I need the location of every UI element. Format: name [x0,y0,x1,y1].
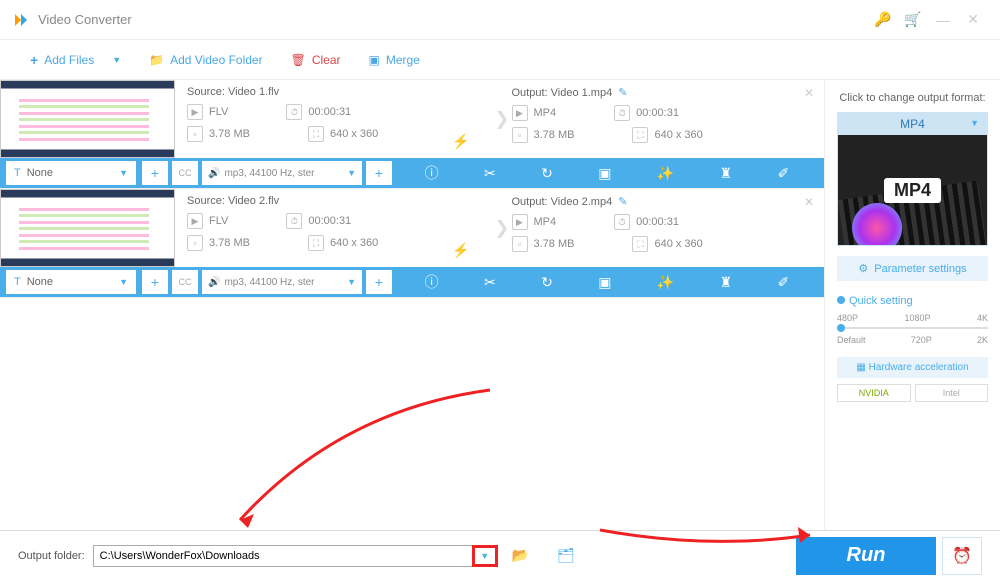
main-toolbar: +Add Files ▼ 📁Add Video Folder 🗑Clear ▣M… [0,40,1000,80]
hardware-accel-button[interactable]: ▦ Hardware acceleration [837,357,988,378]
schedule-icon[interactable]: ⏰ [942,537,982,575]
duration-icon: ⏱ [286,104,302,120]
file-list: Source: Video 1.flv ▶FLV ⏱00:00:31 ▫3.78… [0,80,824,530]
chip-icon: ▦ [856,362,865,373]
run-button[interactable]: Run [796,537,936,575]
clear-button[interactable]: 🗑Clear [291,53,341,67]
cut-icon[interactable]: ✂ [484,165,496,182]
merge-button[interactable]: ▣Merge [369,53,420,67]
source-label: Source: Video 2.flv [187,195,488,207]
info-icon[interactable]: ⓘ [425,272,439,292]
edit-tool-icon[interactable]: ✐ [778,165,790,182]
size-icon: ▫ [187,126,203,142]
open-folder-icon[interactable]: 📂 [512,547,529,564]
quick-setting-label: Quick setting [837,295,988,307]
audio-select[interactable]: 🔊mp3, 44100 Hz, ster▼ [202,270,362,294]
cart-icon[interactable]: 🛒 [898,11,928,28]
output-column: ✕ Output: Video 1.mp4✎ ▶MP4 ⏱00:00:31 ▫3… [500,80,825,158]
watermark-icon[interactable]: ♜ [720,165,733,182]
resolution-labels-bottom: Default720P2K [837,335,988,345]
list-item: Source: Video 1.flv ▶FLV ⏱00:00:31 ▫3.78… [0,80,824,189]
effects-icon[interactable]: ✨ [657,274,674,291]
sidebar: Click to change output format: MP4▼ MP4 … [824,80,1000,530]
app-title: Video Converter [38,12,868,27]
resolution-labels-top: 480P1080P4K [837,313,988,323]
edit-icon[interactable]: ✎ [618,196,627,208]
sidebar-header: Click to change output format: [837,92,988,104]
speaker-icon: 🔊 [208,168,220,179]
app-logo-icon [12,11,30,29]
minimize-icon[interactable]: — [928,12,958,28]
output-folder-dropdown[interactable]: ▼ [472,545,498,567]
edit-icon[interactable]: ✎ [618,87,627,99]
rotate-icon[interactable]: ↻ [541,274,553,291]
format-icon: ▶ [512,105,528,121]
nvidia-badge: NVIDIA [837,384,911,402]
subtitle-select[interactable]: TNone▼ [6,270,136,294]
bolt-icon: ⚡ [452,242,469,259]
add-audio-button[interactable]: + [366,161,392,185]
audio-select[interactable]: 🔊mp3, 44100 Hz, ster▼ [202,161,362,185]
quality-slider[interactable] [837,327,988,329]
size-icon: ▫ [512,127,528,143]
output-label: Output: Video 2.mp4 [512,196,613,208]
source-column: Source: Video 1.flv ▶FLV ⏱00:00:31 ▫3.78… [175,80,500,158]
cc-button[interactable]: CC [172,161,198,185]
remove-item-icon[interactable]: ✕ [804,195,814,209]
browse-folder-icon[interactable]: 🗂 [557,547,575,564]
chevron-down-icon: ▼ [347,168,356,178]
key-icon[interactable]: 🔑 [868,11,898,28]
rotate-icon[interactable]: ↻ [541,165,553,182]
title-bar: Video Converter 🔑 🛒 — ✕ [0,0,1000,40]
cc-button[interactable]: CC [172,270,198,294]
video-thumbnail[interactable] [0,189,175,267]
chevron-down-icon: ▼ [970,118,979,128]
bolt-icon: ⚡ [452,133,469,150]
info-icon[interactable]: ⓘ [425,163,439,183]
format-badge: MP4 [884,178,941,203]
close-icon[interactable]: ✕ [958,11,988,28]
add-subtitle-button[interactable]: + [142,270,168,294]
add-files-dropdown-icon[interactable]: ▼ [112,55,121,65]
cut-icon[interactable]: ✂ [484,274,496,291]
add-files-button[interactable]: +Add Files [30,52,94,68]
watermark-icon[interactable]: ♜ [720,274,733,291]
format-icon: ▶ [187,104,203,120]
output-column: ✕ Output: Video 2.mp4✎ ▶MP4 ⏱00:00:31 ▫3… [500,189,825,267]
remove-item-icon[interactable]: ✕ [804,86,814,100]
output-folder-label: Output folder: [18,550,85,562]
crop-icon[interactable]: ▣ [598,274,611,291]
add-audio-button[interactable]: + [366,270,392,294]
list-item: Source: Video 2.flv ▶FLV ⏱00:00:31 ▫3.78… [0,189,824,298]
output-format-button[interactable]: MP4▼ MP4 [837,112,988,246]
parameter-settings-button[interactable]: ⚙Parameter settings [837,256,988,281]
sliders-icon: ⚙ [858,262,868,275]
source-column: Source: Video 2.flv ▶FLV ⏱00:00:31 ▫3.78… [175,189,500,267]
item-toolbar: TNone▼ + CC 🔊mp3, 44100 Hz, ster▼ + ⓘ ✂ … [0,158,824,188]
source-label: Source: Video 1.flv [187,86,488,98]
chevron-down-icon: ▼ [119,168,128,178]
intel-badge: Intel [915,384,989,402]
crop-icon[interactable]: ▣ [598,165,611,182]
duration-icon: ⏱ [614,105,630,121]
output-label: Output: Video 1.mp4 [512,87,613,99]
bottom-bar: Output folder: ▼ 📂 🗂 Run ⏰ [0,530,1000,580]
subtitle-select[interactable]: TNone▼ [6,161,136,185]
output-folder-input[interactable] [93,545,473,567]
dimensions-icon: ⛶ [632,127,648,143]
dimensions-icon: ⛶ [308,126,324,142]
item-toolbar: TNone▼ + CC 🔊mp3, 44100 Hz, ster▼ + ⓘ ✂ … [0,267,824,297]
edit-tool-icon[interactable]: ✐ [778,274,790,291]
video-thumbnail[interactable] [0,80,175,158]
add-folder-button[interactable]: 📁Add Video Folder [149,53,262,67]
effects-icon[interactable]: ✨ [657,165,674,182]
add-subtitle-button[interactable]: + [142,161,168,185]
